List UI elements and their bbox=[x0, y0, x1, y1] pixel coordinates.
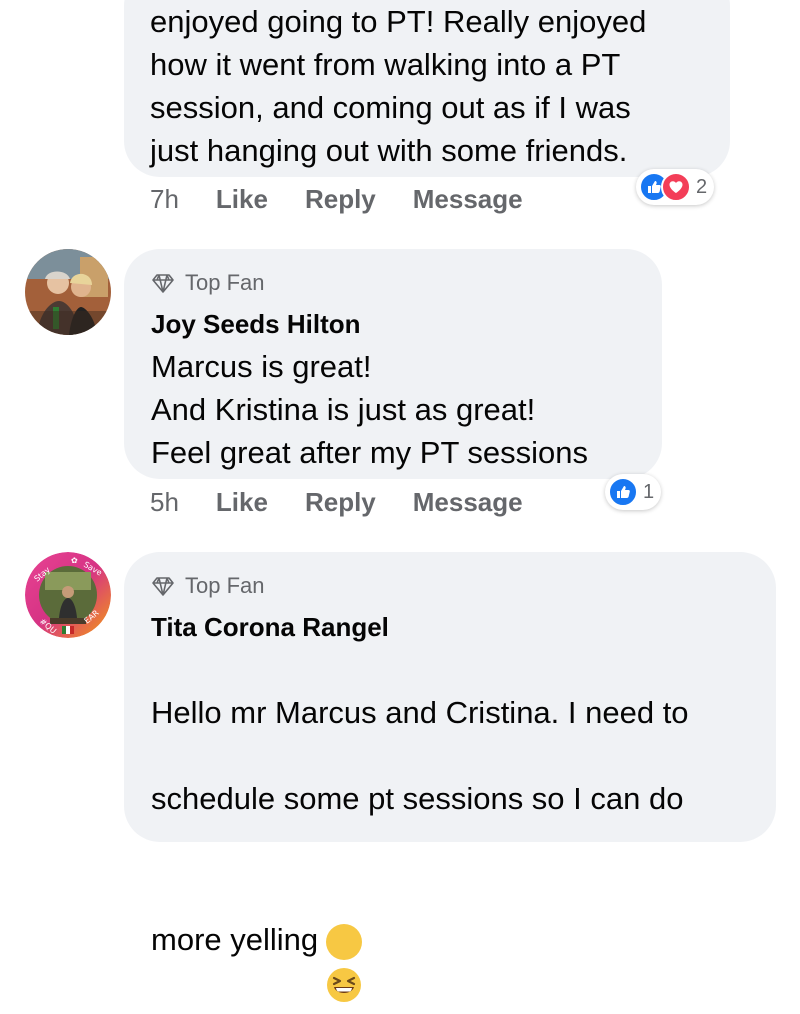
comment-bubble: Top Fan Tita Corona Rangel Hello mr Marc… bbox=[124, 552, 776, 1002]
comment-text: Marcus is great! And Kristina is just as… bbox=[151, 349, 589, 470]
comment-text-line: Hello mr Marcus and Cristina. I need to bbox=[151, 695, 689, 730]
badge-label: Top Fan bbox=[185, 270, 265, 295]
comment-time[interactable]: 7h bbox=[150, 184, 179, 215]
message-button[interactable]: Message bbox=[413, 487, 523, 518]
top-fan-badge: Top Fan bbox=[151, 571, 776, 601]
reaction-summary[interactable]: 1 bbox=[605, 474, 662, 510]
comment-actions: 5h Like Reply Message bbox=[150, 487, 560, 518]
comment-bubble: Top Fan Joy Seeds Hilton Marcus is great… bbox=[124, 249, 662, 479]
reply-button[interactable]: Reply bbox=[305, 487, 376, 518]
comment-actions: 7h Like Reply Message bbox=[150, 184, 560, 215]
comment-text: enjoyed going to PT! Really enjoyed how … bbox=[150, 4, 647, 168]
like-button[interactable]: Like bbox=[216, 184, 268, 215]
diamond-icon bbox=[152, 577, 174, 596]
comment-bubble: enjoyed going to PT! Really enjoyed how … bbox=[124, 0, 730, 177]
reply-button[interactable]: Reply bbox=[305, 184, 376, 215]
author-name[interactable]: Joy Seeds Hilton bbox=[151, 308, 662, 340]
grinning-squinting-face-emoji bbox=[326, 923, 363, 1002]
profile-photo: Stay ✿ Save #QU EAR bbox=[25, 552, 111, 638]
avatar[interactable]: Stay ✿ Save #QU EAR bbox=[25, 552, 111, 638]
svg-text:✿: ✿ bbox=[71, 556, 78, 565]
like-button[interactable]: Like bbox=[216, 487, 268, 518]
author-name[interactable]: Tita Corona Rangel bbox=[151, 611, 776, 643]
message-button[interactable]: Message bbox=[413, 184, 523, 215]
profile-photo bbox=[25, 249, 111, 335]
avatar[interactable] bbox=[25, 249, 111, 335]
like-icon bbox=[608, 477, 638, 507]
comment-text-line: more yelling bbox=[151, 875, 776, 1002]
comment-text: Hello mr Marcus and Cristina. I need to … bbox=[151, 648, 776, 1004]
comment-time[interactable]: 5h bbox=[150, 487, 179, 518]
love-icon bbox=[661, 172, 691, 202]
badge-label: Top Fan bbox=[185, 573, 265, 598]
reaction-summary[interactable]: 2 bbox=[636, 169, 715, 205]
reaction-count: 2 bbox=[696, 175, 708, 198]
top-fan-badge: Top Fan bbox=[151, 268, 662, 298]
diamond-icon bbox=[152, 274, 174, 293]
comment-text-segment: more yelling bbox=[151, 922, 319, 957]
reaction-count: 1 bbox=[643, 480, 655, 503]
comment-text-line: schedule some pt sessions so I can do bbox=[151, 781, 684, 816]
